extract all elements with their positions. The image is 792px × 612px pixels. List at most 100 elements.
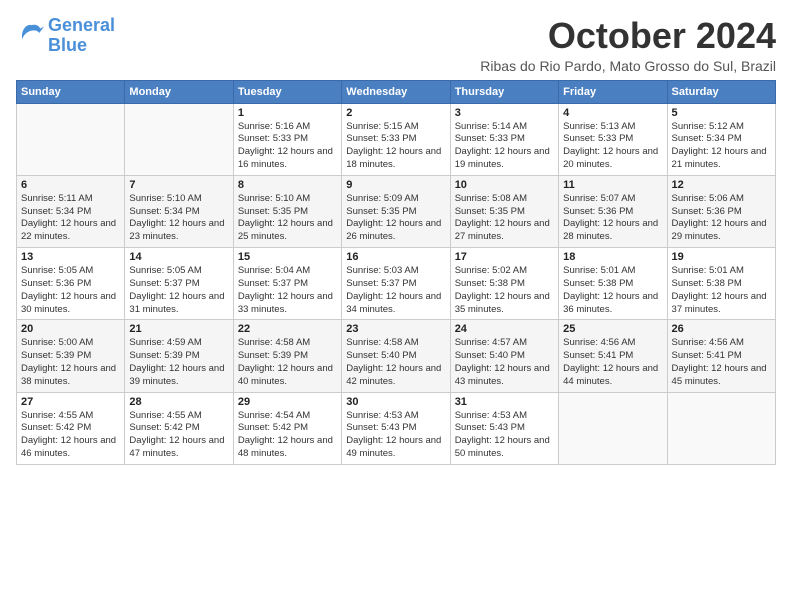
calendar-cell: 9 Sunrise: 5:09 AMSunset: 5:35 PMDaylight… (342, 175, 450, 247)
day-info: Sunrise: 5:00 AMSunset: 5:39 PMDaylight:… (21, 337, 120, 388)
calendar-cell: 20 Sunrise: 5:00 AMSunset: 5:39 PMDayligh… (17, 320, 125, 392)
calendar-cell: 8Sunrise: 5:10 AMSunset: 5:35 PMDaylight… (233, 175, 341, 247)
calendar-week-row: 20 Sunrise: 5:00 AMSunset: 5:39 PMDayligh… (17, 320, 776, 392)
day-number: 8 (238, 179, 337, 191)
calendar-cell: 5 Sunrise: 5:12 AMSunset: 5:34 PMDaylight… (667, 103, 775, 175)
day-number: 31 (455, 396, 554, 408)
day-number: 18 (563, 251, 662, 263)
calendar-week-row: 6 Sunrise: 5:11 AMSunset: 5:34 PMDaylight… (17, 175, 776, 247)
day-info: Sunrise: 5:12 AMSunset: 5:34 PMDaylight:… (672, 121, 771, 172)
calendar-body: 1Sunrise: 5:16 AMSunset: 5:33 PMDaylight… (17, 103, 776, 464)
calendar-cell: 30 Sunrise: 4:53 AMSunset: 5:43 PMDayligh… (342, 392, 450, 464)
day-info: Sunrise: 5:02 AMSunset: 5:38 PMDaylight:… (455, 265, 554, 316)
day-number: 21 (129, 323, 228, 335)
day-info: Sunrise: 5:01 AMSunset: 5:38 PMDaylight:… (672, 265, 771, 316)
month-title: October 2024 (480, 16, 776, 56)
weekday-header-monday: Monday (125, 80, 233, 103)
calendar-cell: 14 Sunrise: 5:05 AMSunset: 5:37 PMDayligh… (125, 248, 233, 320)
day-info: Sunrise: 5:06 AMSunset: 5:36 PMDaylight:… (672, 193, 771, 244)
day-number: 20 (21, 323, 120, 335)
weekday-header-sunday: Sunday (17, 80, 125, 103)
weekday-header-thursday: Thursday (450, 80, 558, 103)
day-info: Sunrise: 5:04 AMSunset: 5:37 PMDaylight:… (238, 265, 337, 316)
calendar-cell: 23 Sunrise: 4:58 AMSunset: 5:40 PMDayligh… (342, 320, 450, 392)
calendar-cell: 13 Sunrise: 5:05 AMSunset: 5:36 PMDayligh… (17, 248, 125, 320)
day-info: Sunrise: 5:08 AMSunset: 5:35 PMDaylight:… (455, 193, 554, 244)
day-number: 1 (238, 107, 337, 119)
calendar-cell: 17 Sunrise: 5:02 AMSunset: 5:38 PMDayligh… (450, 248, 558, 320)
day-number: 17 (455, 251, 554, 263)
calendar-cell: 12 Sunrise: 5:06 AMSunset: 5:36 PMDayligh… (667, 175, 775, 247)
day-number: 9 (346, 179, 445, 191)
day-info: Sunrise: 5:05 AMSunset: 5:37 PMDaylight:… (129, 265, 228, 316)
day-number: 19 (672, 251, 771, 263)
day-number: 25 (563, 323, 662, 335)
day-number: 14 (129, 251, 228, 263)
day-info: Sunrise: 4:53 AMSunset: 5:43 PMDaylight:… (455, 410, 554, 461)
calendar-cell: 6 Sunrise: 5:11 AMSunset: 5:34 PMDaylight… (17, 175, 125, 247)
calendar-cell (559, 392, 667, 464)
logo-icon (16, 22, 44, 50)
day-number: 12 (672, 179, 771, 191)
day-info: Sunrise: 4:54 AMSunset: 5:42 PMDaylight:… (238, 410, 337, 461)
calendar-cell (667, 392, 775, 464)
calendar-header-row: SundayMondayTuesdayWednesdayThursdayFrid… (17, 80, 776, 103)
calendar-cell: 2Sunrise: 5:15 AMSunset: 5:33 PMDaylight… (342, 103, 450, 175)
day-number: 6 (21, 179, 120, 191)
calendar-cell: 4 Sunrise: 5:13 AMSunset: 5:33 PMDaylight… (559, 103, 667, 175)
day-info: Sunrise: 5:01 AMSunset: 5:38 PMDaylight:… (563, 265, 662, 316)
day-number: 11 (563, 179, 662, 191)
calendar-cell: 19 Sunrise: 5:01 AMSunset: 5:38 PMDayligh… (667, 248, 775, 320)
day-number: 10 (455, 179, 554, 191)
day-info: Sunrise: 5:13 AMSunset: 5:33 PMDaylight:… (563, 121, 662, 172)
day-info: Sunrise: 5:09 AMSunset: 5:35 PMDaylight:… (346, 193, 445, 244)
day-info: Sunrise: 4:58 AMSunset: 5:40 PMDaylight:… (346, 337, 445, 388)
title-area: October 2024 Ribas do Rio Pardo, Mato Gr… (480, 16, 776, 74)
day-info: Sunrise: 5:05 AMSunset: 5:36 PMDaylight:… (21, 265, 120, 316)
calendar-cell (125, 103, 233, 175)
day-number: 7 (129, 179, 228, 191)
weekday-header-tuesday: Tuesday (233, 80, 341, 103)
weekday-header-friday: Friday (559, 80, 667, 103)
calendar-cell: 10 Sunrise: 5:08 AMSunset: 5:35 PMDayligh… (450, 175, 558, 247)
logo-text-blue: Blue (48, 36, 115, 56)
day-number: 4 (563, 107, 662, 119)
calendar-cell: 3Sunrise: 5:14 AMSunset: 5:33 PMDaylight… (450, 103, 558, 175)
day-number: 28 (129, 396, 228, 408)
day-info: Sunrise: 4:55 AMSunset: 5:42 PMDaylight:… (129, 410, 228, 461)
logo: General Blue (16, 16, 115, 56)
calendar-cell (17, 103, 125, 175)
day-number: 5 (672, 107, 771, 119)
day-number: 24 (455, 323, 554, 335)
day-number: 13 (21, 251, 120, 263)
calendar-week-row: 1Sunrise: 5:16 AMSunset: 5:33 PMDaylight… (17, 103, 776, 175)
day-number: 16 (346, 251, 445, 263)
calendar-cell: 25 Sunrise: 4:56 AMSunset: 5:41 PMDayligh… (559, 320, 667, 392)
calendar-cell: 11 Sunrise: 5:07 AMSunset: 5:36 PMDayligh… (559, 175, 667, 247)
day-info: Sunrise: 4:58 AMSunset: 5:39 PMDaylight:… (238, 337, 337, 388)
day-info: Sunrise: 5:10 AMSunset: 5:34 PMDaylight:… (129, 193, 228, 244)
calendar-cell: 7 Sunrise: 5:10 AMSunset: 5:34 PMDaylight… (125, 175, 233, 247)
location-title: Ribas do Rio Pardo, Mato Grosso do Sul, … (480, 58, 776, 74)
day-number: 22 (238, 323, 337, 335)
logo-text-general: General (48, 16, 115, 36)
calendar-table: SundayMondayTuesdayWednesdayThursdayFrid… (16, 80, 776, 465)
calendar-cell: 21Sunrise: 4:59 AMSunset: 5:39 PMDayligh… (125, 320, 233, 392)
day-info: Sunrise: 5:11 AMSunset: 5:34 PMDaylight:… (21, 193, 120, 244)
calendar-cell: 28 Sunrise: 4:55 AMSunset: 5:42 PMDayligh… (125, 392, 233, 464)
day-info: Sunrise: 4:53 AMSunset: 5:43 PMDaylight:… (346, 410, 445, 461)
day-number: 30 (346, 396, 445, 408)
calendar-cell: 26 Sunrise: 4:56 AMSunset: 5:41 PMDayligh… (667, 320, 775, 392)
day-info: Sunrise: 5:07 AMSunset: 5:36 PMDaylight:… (563, 193, 662, 244)
day-number: 26 (672, 323, 771, 335)
calendar-cell: 22 Sunrise: 4:58 AMSunset: 5:39 PMDayligh… (233, 320, 341, 392)
day-info: Sunrise: 5:03 AMSunset: 5:37 PMDaylight:… (346, 265, 445, 316)
day-number: 23 (346, 323, 445, 335)
calendar-cell: 15Sunrise: 5:04 AMSunset: 5:37 PMDayligh… (233, 248, 341, 320)
day-info: Sunrise: 4:56 AMSunset: 5:41 PMDaylight:… (563, 337, 662, 388)
calendar-cell: 16 Sunrise: 5:03 AMSunset: 5:37 PMDayligh… (342, 248, 450, 320)
calendar-week-row: 13 Sunrise: 5:05 AMSunset: 5:36 PMDayligh… (17, 248, 776, 320)
calendar-cell: 31 Sunrise: 4:53 AMSunset: 5:43 PMDayligh… (450, 392, 558, 464)
calendar-cell: 27Sunrise: 4:55 AMSunset: 5:42 PMDayligh… (17, 392, 125, 464)
day-info: Sunrise: 4:56 AMSunset: 5:41 PMDaylight:… (672, 337, 771, 388)
